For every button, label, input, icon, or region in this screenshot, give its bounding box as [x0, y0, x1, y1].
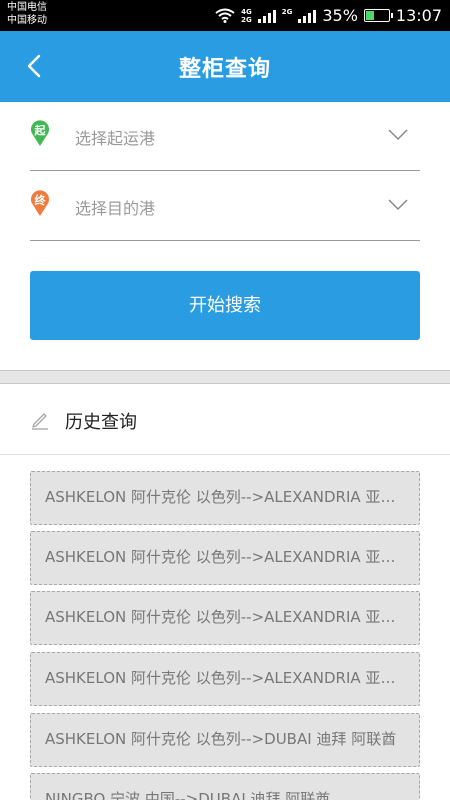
history-item[interactable]: NINGBO 宁波 中国-->DUBAI 迪拜 阿联酋: [30, 773, 420, 800]
net-label-2g: 2G: [241, 15, 252, 24]
app-header: 整柜查询: [0, 31, 450, 102]
net-label-4g: 4G: [241, 7, 252, 16]
carrier-names: 中国电信 中国移动: [7, 1, 47, 27]
wifi-icon: [215, 8, 235, 23]
origin-port-selector[interactable]: 起 选择起运港: [30, 101, 420, 171]
start-search-button[interactable]: 开始搜索: [30, 271, 420, 340]
signal-icon-1: [257, 9, 276, 23]
origin-port-placeholder: 选择起运港: [75, 129, 156, 148]
status-bar: 中国电信 中国移动 4G 2G 2G 35% 13:07: [0, 0, 450, 31]
signal-icon-2: [298, 9, 317, 23]
network-type-2: 2G: [282, 8, 293, 24]
history-item[interactable]: ASHKELON 阿什克伦 以色列-->DUBAI 迪拜 阿联酋: [30, 713, 420, 767]
pencil-icon: [32, 413, 48, 430]
net-label-2g-b: 2G: [281, 7, 293, 16]
history-item[interactable]: ASHKELON 阿什克伦 以色列-->ALEXANDRIA 亚历山大 埃及: [30, 471, 420, 525]
carrier-2: 中国移动: [7, 15, 47, 26]
status-icons: 4G 2G 2G 35% 13:07: [215, 0, 442, 31]
history-item[interactable]: ASHKELON 阿什克伦 以色列-->ALEXANDRIA 亚历山大 埃及: [30, 591, 420, 645]
origin-pin-icon: 起: [30, 119, 50, 147]
section-divider: [0, 370, 450, 384]
history-item[interactable]: ASHKELON 阿什克伦 以色列-->ALEXANDRIA 亚历山大 埃及: [30, 531, 420, 585]
battery-percent: 35%: [322, 6, 358, 25]
chevron-down-icon: [388, 129, 408, 141]
clock: 13:07: [395, 6, 442, 25]
destination-badge-label: 终: [34, 194, 46, 207]
history-item[interactable]: ASHKELON 阿什克伦 以色列-->ALEXANDRIA 亚历山大 埃及: [30, 652, 420, 706]
carrier-1: 中国电信: [7, 2, 47, 13]
destination-pin-icon: 终: [30, 189, 50, 217]
chevron-down-icon: [388, 199, 408, 211]
origin-badge-label: 起: [34, 124, 46, 137]
destination-port-placeholder: 选择目的港: [75, 199, 156, 218]
destination-port-selector[interactable]: 终 选择目的港: [30, 171, 420, 241]
page-title: 整柜查询: [178, 57, 271, 82]
network-type-1: 4G 2G: [241, 8, 252, 24]
history-title: 历史查询: [65, 412, 137, 433]
battery-icon: [363, 9, 393, 22]
history-header: 历史查询: [0, 384, 450, 455]
